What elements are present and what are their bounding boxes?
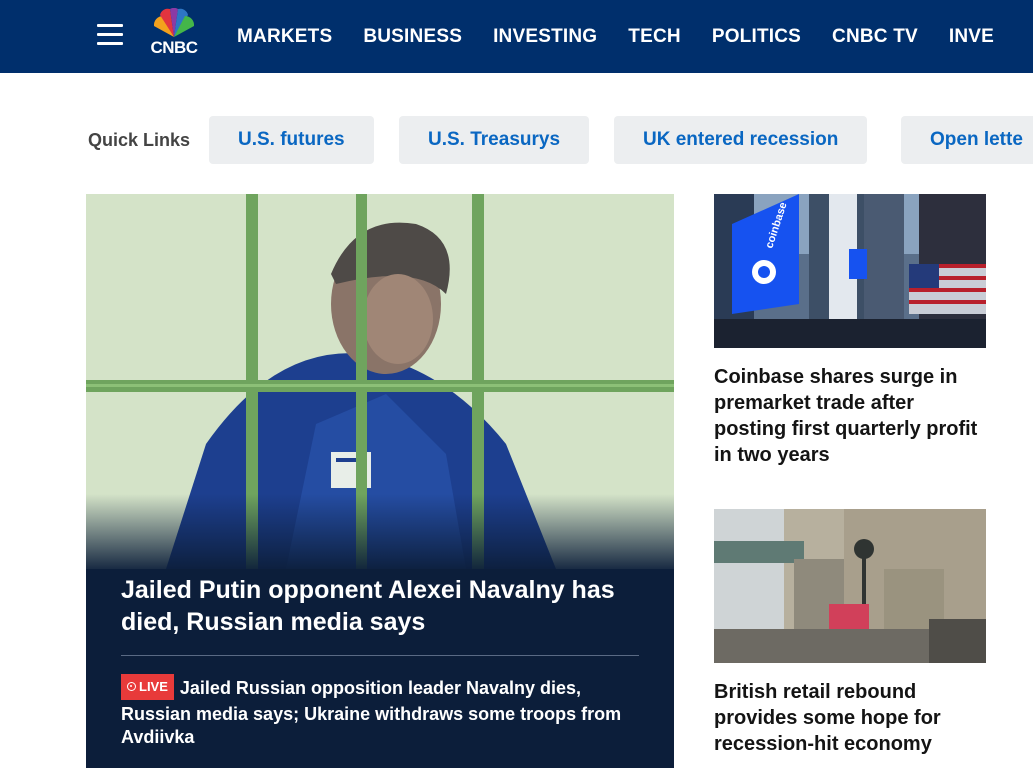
- cnbc-logo[interactable]: CNBC: [143, 8, 205, 60]
- top-navigation-bar: CNBC MARKETS BUSINESS INVESTING TECH POLITIC…: [0, 0, 1033, 73]
- british-retail-story-headline[interactable]: British retail rebound provides some hop…: [714, 679, 986, 757]
- divider: [121, 655, 639, 656]
- coinbase-story-image: coinbase: [714, 194, 986, 348]
- live-icon: [127, 682, 136, 691]
- hero-headline[interactable]: Jailed Putin opponent Alexei Navalny has…: [121, 574, 641, 638]
- live-subheadline-text: Jailed Russian opposition leader Navalny…: [121, 678, 622, 747]
- nav-item-business[interactable]: BUSINESS: [363, 26, 462, 48]
- hero-story[interactable]: Jailed Putin opponent Alexei Navalny has…: [86, 194, 674, 768]
- quick-links-label: Quick Links: [88, 130, 191, 150]
- nav-item-markets[interactable]: MARKETS: [237, 26, 332, 48]
- hero-live-subheadline[interactable]: LIVE Jailed Russian opposition leader Nav…: [121, 674, 639, 749]
- nav-item-investing[interactable]: INVESTING: [493, 26, 597, 48]
- coinbase-story-headline[interactable]: Coinbase shares surge in premarket trade…: [714, 364, 986, 468]
- logo-text: CNBC: [150, 38, 198, 57]
- hamburger-menu-icon[interactable]: [97, 24, 123, 46]
- quick-link-us-futures[interactable]: U.S. futures: [209, 116, 374, 164]
- side-story-coinbase[interactable]: coinbase Coinbase shares surge in premar…: [714, 194, 986, 468]
- peacock-icon: [153, 8, 195, 37]
- main-nav: MARKETS BUSINESS INVESTING TECH POLITICS CNBC…: [237, 26, 1025, 48]
- live-label: LIVE: [139, 679, 168, 694]
- nav-item-cnbc-tv[interactable]: CNBC TV: [832, 26, 918, 48]
- hero-image-fade: [86, 494, 674, 574]
- quick-link-uk-recession[interactable]: UK entered recession: [614, 116, 868, 164]
- side-story-british-retail[interactable]: British retail rebound provides some hop…: [714, 509, 986, 757]
- british-retail-story-image: [714, 509, 986, 663]
- nav-item-investing-club[interactable]: INVE: [949, 26, 994, 48]
- live-badge: LIVE: [121, 674, 174, 700]
- quick-link-open-letter[interactable]: Open lette: [901, 116, 1033, 164]
- nav-item-tech[interactable]: TECH: [628, 26, 681, 48]
- quick-link-us-treasurys[interactable]: U.S. Treasurys: [399, 116, 590, 164]
- nav-item-politics[interactable]: POLITICS: [712, 26, 801, 48]
